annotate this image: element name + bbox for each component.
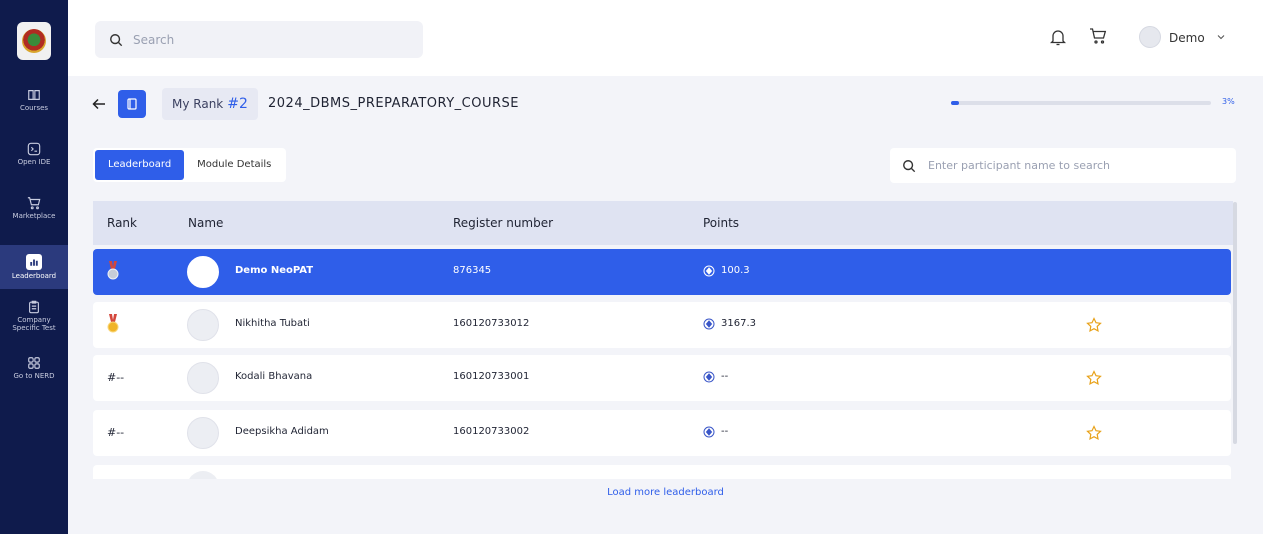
- user-avatar[interactable]: [1139, 26, 1161, 48]
- star-icon[interactable]: [1086, 425, 1102, 441]
- gold-medal-icon: [107, 314, 119, 333]
- avatar: [187, 362, 219, 394]
- my-rank-value: #2: [227, 96, 248, 112]
- cart-icon[interactable]: [1089, 27, 1107, 45]
- register-number: 876345: [453, 265, 492, 276]
- table-row[interactable]: Demo NeoPAT 876345 100.3: [93, 249, 1231, 295]
- my-rank-label: My Rank: [172, 97, 224, 111]
- sidebar-item-label: Marketplace: [12, 212, 56, 220]
- tab-leaderboard[interactable]: Leaderboard: [95, 150, 185, 180]
- star-icon[interactable]: [1086, 370, 1102, 386]
- table-row-partial: [93, 465, 1231, 479]
- table-row[interactable]: #-- Deepsikha Adidam 160120733002 --: [93, 410, 1231, 456]
- column-header-rank: Rank: [107, 216, 137, 230]
- tab-module-details[interactable]: Module Details: [184, 150, 284, 180]
- logo-emblem: [22, 29, 46, 53]
- bell-icon[interactable]: [1050, 28, 1066, 46]
- rank-value: #--: [107, 426, 125, 439]
- participant-search-input[interactable]: [928, 159, 1228, 172]
- points-value: 100.3: [721, 265, 750, 276]
- sidebar-item-go-to-nerd[interactable]: Go to NERD: [0, 356, 68, 380]
- avatar: [187, 417, 219, 449]
- avatar: [187, 309, 219, 341]
- course-book-icon: [118, 90, 146, 118]
- sidebar-item-open-ide[interactable]: Open IDE: [0, 142, 68, 166]
- chart-icon: [26, 254, 42, 270]
- points-value: --: [721, 426, 729, 437]
- sidebar-item-label: Courses: [19, 104, 49, 112]
- participant-name: Demo NeoPAT: [235, 265, 314, 276]
- points-value: 3167.3: [721, 318, 756, 329]
- sidebar-item-courses[interactable]: Courses: [0, 88, 68, 112]
- load-more-link[interactable]: Load more leaderboard: [607, 487, 724, 498]
- participant-search[interactable]: [890, 148, 1236, 183]
- star-icon[interactable]: [1086, 317, 1102, 333]
- points-icon: [703, 426, 715, 438]
- points-icon: [703, 371, 715, 383]
- column-header-name: Name: [188, 216, 224, 230]
- sidebar-item-company-test[interactable]: Company Specific Test: [0, 300, 68, 332]
- clipboard-icon: [29, 300, 39, 314]
- course-progress-text: 3%: [1222, 97, 1235, 106]
- register-number: 160120733001: [453, 371, 530, 382]
- sidebar-item-label: Go to NERD: [13, 372, 55, 380]
- sidebar-item-label: Open IDE: [17, 158, 51, 166]
- sidebar-item-label: Leaderboard: [11, 272, 57, 280]
- participant-name: Nikhitha Tubati: [235, 318, 310, 329]
- rank-value: #--: [107, 371, 125, 384]
- points-value: --: [721, 371, 729, 382]
- sidebar-item-leaderboard[interactable]: Leaderboard: [0, 245, 68, 289]
- view-tabs: Leaderboard Module Details: [93, 148, 287, 182]
- course-progress-bar: [951, 101, 1211, 105]
- load-more-container: Load more leaderboard: [0, 487, 1263, 498]
- column-header-register: Register number: [453, 216, 554, 230]
- search-icon: [903, 159, 916, 172]
- book-icon: [28, 90, 40, 100]
- points-icon: [703, 318, 715, 330]
- global-search-input[interactable]: [133, 32, 413, 47]
- table-row[interactable]: #-- Kodali Bhavana 160120733001 --: [93, 355, 1231, 401]
- avatar: [187, 471, 219, 479]
- column-header-points: Points: [703, 216, 740, 230]
- my-rank-badge: My Rank #2: [162, 88, 258, 120]
- course-title: 2024_DBMS_PREPARATORY_COURSE: [268, 96, 519, 111]
- table-row[interactable]: Nikhitha Tubati 160120733012 3167.3: [93, 302, 1231, 348]
- silver-medal-icon: [107, 261, 119, 280]
- table-scrollbar[interactable]: [1233, 202, 1237, 444]
- global-search[interactable]: [95, 21, 423, 58]
- sidebar: Courses Open IDE Marketplace Leaderboard…: [0, 0, 68, 534]
- college-logo[interactable]: [17, 22, 51, 60]
- cart-icon: [27, 197, 41, 210]
- top-bar: Demo: [68, 0, 1263, 76]
- search-icon: [110, 33, 123, 46]
- sidebar-item-marketplace[interactable]: Marketplace: [0, 196, 68, 220]
- chevron-down-icon[interactable]: [1217, 33, 1225, 41]
- points-icon: [703, 265, 715, 277]
- leaderboard-table-header: Rank Name Register number Points: [93, 201, 1233, 245]
- register-number: 160120733002: [453, 426, 530, 437]
- terminal-icon: [27, 142, 41, 156]
- sidebar-item-label: Company Specific Test: [12, 316, 56, 332]
- register-number: 160120733012: [453, 318, 530, 329]
- grid-icon: [28, 357, 40, 369]
- participant-name: Deepsikha Adidam: [235, 426, 329, 437]
- avatar: [187, 256, 219, 288]
- user-name[interactable]: Demo: [1169, 31, 1205, 45]
- course-progress-fill: [951, 101, 959, 105]
- back-arrow-icon[interactable]: [92, 98, 106, 110]
- participant-name: Kodali Bhavana: [235, 371, 313, 382]
